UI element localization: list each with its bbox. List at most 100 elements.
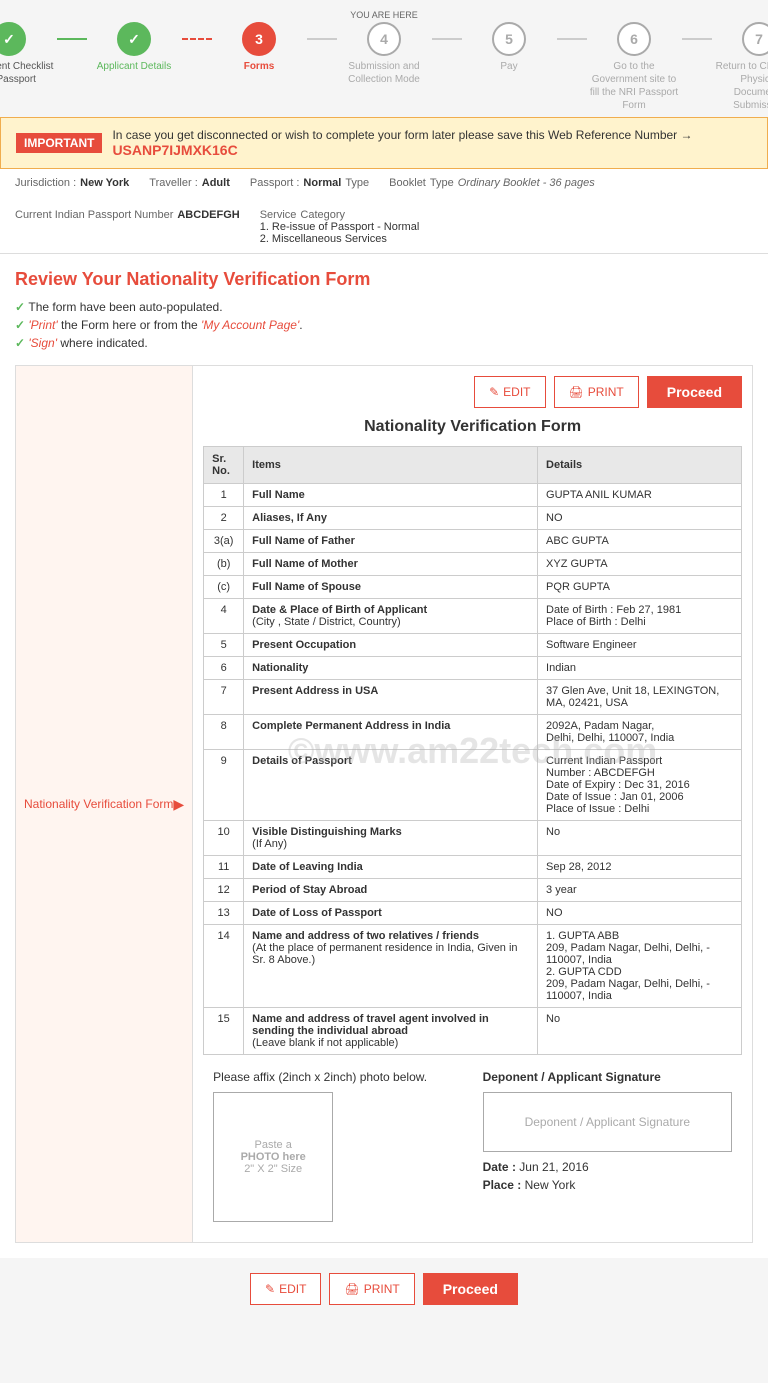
sidebar-tab[interactable]: Nationality Verification Form ▶ bbox=[16, 366, 193, 1242]
row-detail: PQR GUPTA bbox=[538, 576, 742, 599]
top-print-button[interactable]: 🖨 PRINT bbox=[554, 376, 639, 408]
table-row: 11Date of Leaving IndiaSep 28, 2012 bbox=[204, 856, 742, 879]
review-checklist: The form have been auto-populated. 'Prin… bbox=[15, 300, 753, 350]
row-sr: 12 bbox=[204, 879, 244, 902]
bottom-edit-label: EDIT bbox=[279, 1282, 306, 1296]
row-sr: 1 bbox=[204, 484, 244, 507]
service-cat-label: Category bbox=[300, 209, 345, 221]
photo-box-wrapper: Please affix (2inch x 2inch) photo below… bbox=[213, 1070, 462, 1222]
row-detail: Software Engineer bbox=[538, 634, 742, 657]
table-header-row: Sr. No. Items Details bbox=[204, 447, 742, 484]
step-7-label: Return to CKGS for Physical Documents Su… bbox=[714, 60, 768, 112]
row-item: Name and address of travel agent involve… bbox=[244, 1008, 538, 1055]
edit-icon: ✎ bbox=[489, 385, 499, 399]
row-item: Visible Distinguishing Marks(If Any) bbox=[244, 821, 538, 856]
step-2-label: Applicant Details bbox=[97, 60, 171, 73]
row-item: Present Address in USA bbox=[244, 680, 538, 715]
connector-2 bbox=[182, 38, 212, 40]
bottom-proceed-button[interactable]: Proceed bbox=[423, 1273, 518, 1305]
booklet-value: Ordinary Booklet - 36 pages bbox=[458, 177, 595, 189]
row-sr: 4 bbox=[204, 599, 244, 634]
step-1: ✓ Document Checklist for Passport bbox=[0, 22, 57, 86]
bottom-edit-button[interactable]: ✎ EDIT bbox=[250, 1273, 321, 1305]
photo-sig-section: Please affix (2inch x 2inch) photo below… bbox=[203, 1060, 742, 1232]
sig-box: Deponent / Applicant Signature bbox=[483, 1092, 732, 1152]
step-4: 4 Submission and Collection Mode bbox=[337, 22, 432, 86]
row-item: Date of Loss of Passport bbox=[244, 902, 538, 925]
col-sr: Sr. No. bbox=[204, 447, 244, 484]
banner-text: In case you get disconnected or wish to … bbox=[112, 128, 752, 158]
row-sr: 11 bbox=[204, 856, 244, 879]
checklist-item-1: The form have been auto-populated. bbox=[15, 300, 753, 314]
passport-item: Passport : Normal Type bbox=[250, 177, 369, 189]
current-passport-item: Current Indian Passport Number ABCDEFGH bbox=[15, 209, 240, 245]
bottom-print-icon: 🖨 bbox=[344, 1282, 359, 1296]
watermark-wrapper: ©www.am22tech.com Sr. No. Items Details … bbox=[203, 446, 742, 1055]
photo-label: Please affix (2inch x 2inch) photo below… bbox=[213, 1070, 462, 1084]
sig-box-wrapper: Deponent / Applicant Signature Deponent … bbox=[483, 1070, 732, 1222]
row-detail: 37 Glen Ave, Unit 18, LEXINGTON, MA, 024… bbox=[538, 680, 742, 715]
row-detail: GUPTA ANIL KUMAR bbox=[538, 484, 742, 507]
table-row: 8Complete Permanent Address in India2092… bbox=[204, 715, 742, 750]
sidebar-tab-label: Nationality Verification Form bbox=[24, 797, 173, 811]
col-details: Details bbox=[538, 447, 742, 484]
table-row: 13Date of Loss of PassportNO bbox=[204, 902, 742, 925]
step-1-label: Document Checklist for Passport bbox=[0, 60, 54, 86]
connector-1 bbox=[57, 38, 87, 40]
row-detail: NO bbox=[538, 507, 742, 530]
table-row: 3(a)Full Name of FatherABC GUPTA bbox=[204, 530, 742, 553]
step-4-label: Submission and Collection Mode bbox=[339, 60, 429, 86]
checklist-item-2: 'Print' the Form here or from the 'My Ac… bbox=[15, 318, 753, 332]
connector-6 bbox=[682, 38, 712, 40]
row-item: Nationality bbox=[244, 657, 538, 680]
step-3-circle: 3 bbox=[242, 22, 276, 56]
row-detail: Current Indian Passport Number : ABCDEFG… bbox=[538, 750, 742, 821]
table-row: 4Date & Place of Birth of Applicant(City… bbox=[204, 599, 742, 634]
step-6-circle: 6 bbox=[617, 22, 651, 56]
col-items: Items bbox=[244, 447, 538, 484]
row-detail: 1. GUPTA ABB 209, Padam Nagar, Delhi, De… bbox=[538, 925, 742, 1008]
current-passport-value: ABCDEFGH bbox=[177, 209, 239, 245]
row-item: Full Name bbox=[244, 484, 538, 507]
row-item: Full Name of Mother bbox=[244, 553, 538, 576]
table-row: (b)Full Name of MotherXYZ GUPTA bbox=[204, 553, 742, 576]
connector-3 bbox=[307, 38, 337, 40]
bottom-actions: ✎ EDIT 🖨 PRINT Proceed bbox=[0, 1258, 768, 1320]
steps-row: ✓ Document Checklist for Passport ✓ Appl… bbox=[0, 22, 768, 112]
info-bar: Jurisdiction : New York Traveller : Adul… bbox=[0, 169, 768, 254]
photo-line1: Paste a bbox=[255, 1139, 292, 1151]
top-proceed-button[interactable]: Proceed bbox=[647, 376, 742, 408]
important-banner: IMPORTANT In case you get disconnected o… bbox=[0, 117, 768, 169]
step-3-label: Forms bbox=[244, 60, 275, 73]
important-label: IMPORTANT bbox=[16, 133, 102, 153]
step-7: 7 Return to CKGS for Physical Documents … bbox=[712, 22, 768, 112]
ref-number: USANP7IJMXK16C bbox=[112, 142, 237, 158]
form-content: ✎ EDIT 🖨 PRINT Proceed Nationality Verif… bbox=[193, 366, 752, 1242]
step-3: 3 Forms bbox=[212, 22, 307, 73]
row-sr: 10 bbox=[204, 821, 244, 856]
row-detail: XYZ GUPTA bbox=[538, 553, 742, 576]
bottom-print-button[interactable]: 🖨 PRINT bbox=[329, 1273, 414, 1305]
print-icon: 🖨 bbox=[569, 385, 584, 399]
photo-line3: 2" X 2" Size bbox=[244, 1163, 302, 1175]
step-2-circle: ✓ bbox=[117, 22, 151, 56]
step-4-circle: 4 bbox=[367, 22, 401, 56]
row-detail: No bbox=[538, 1008, 742, 1055]
table-row: 10Visible Distinguishing Marks(If Any)No bbox=[204, 821, 742, 856]
row-detail: Date of Birth : Feb 27, 1981 Place of Bi… bbox=[538, 599, 742, 634]
row-sr: 15 bbox=[204, 1008, 244, 1055]
top-edit-button[interactable]: ✎ EDIT bbox=[474, 376, 545, 408]
connector-5 bbox=[557, 38, 587, 40]
current-passport-label: Current Indian Passport Number bbox=[15, 209, 173, 245]
step-1-circle: ✓ bbox=[0, 22, 26, 56]
row-item: Complete Permanent Address in India bbox=[244, 715, 538, 750]
row-item: Present Occupation bbox=[244, 634, 538, 657]
table-row: (c)Full Name of SpousePQR GUPTA bbox=[204, 576, 742, 599]
row-item: Date of Leaving India bbox=[244, 856, 538, 879]
form-section: Nationality Verification Form ▶ ✎ EDIT 🖨… bbox=[15, 365, 753, 1243]
row-sr: 13 bbox=[204, 902, 244, 925]
row-sr: 8 bbox=[204, 715, 244, 750]
row-item: Full Name of Spouse bbox=[244, 576, 538, 599]
row-sr: 5 bbox=[204, 634, 244, 657]
row-item: Period of Stay Abroad bbox=[244, 879, 538, 902]
